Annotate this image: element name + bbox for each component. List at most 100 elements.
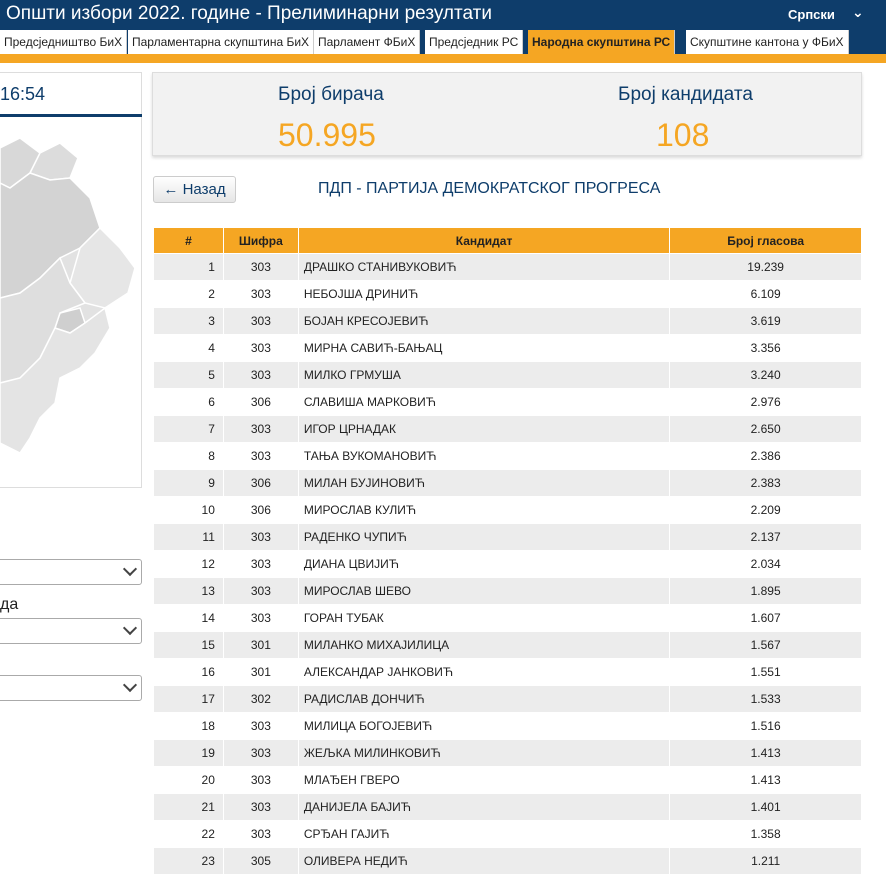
column-header-votes[interactable]: Број гласова [669,227,862,254]
vote-count: 2.386 [669,442,862,470]
party-code: 303 [222,739,299,767]
table-header-row: # Шифра Кандидат Број гласова [153,227,862,254]
municipality-select[interactable] [0,675,142,701]
candidate-name: НЕБОЈША ДРИНИЋ [297,280,671,308]
voters-label: Број бирача [278,84,384,105]
tab-president-rs[interactable]: Предсједник РС [425,30,524,54]
language-selector[interactable]: Српски [788,7,835,22]
party-code: 305 [222,847,299,875]
constituency-map[interactable] [0,118,140,486]
table-row: 18 303 МИЛИЦА БОГОЈЕВИЋ 1.516 [153,712,862,740]
chevron-down-icon[interactable]: ⌄ [852,4,864,21]
vote-count: 1.607 [669,604,862,632]
party-heading: ПДП - ПАРТИЈА ДЕМОКРАТСКОГ ПРОГРЕСА [318,180,661,197]
filter-label: да [0,596,19,613]
row-index: 7 [153,415,224,443]
candidate-name: ЖЕЉКА МИЛИНКОВИЋ [297,739,671,767]
candidate-name: СЛАВИША МАРКОВИЋ [297,388,671,416]
tab-parliament-bih[interactable]: Парламентарна скупштина БиХ [128,30,315,54]
table-row: 5 303 МИЛКО ГРМУША 3.240 [153,361,862,389]
candidates-label: Број кандидата [618,84,753,105]
row-index: 9 [153,469,224,497]
party-code: 303 [222,820,299,848]
vote-count: 3.619 [669,307,862,335]
party-code: 303 [222,766,299,794]
table-row: 10 306 МИРОСЛАВ КУЛИЋ 2.209 [153,496,862,524]
voters-value: 50.995 [278,117,376,153]
vote-count: 2.650 [669,415,862,443]
candidate-name: РАДИСЛАВ ДОНЧИЋ [297,685,671,713]
party-code: 303 [222,550,299,578]
party-code: 303 [222,577,299,605]
candidate-name: ДАНИЈЕЛА БАЈИЋ [297,793,671,821]
table-row: 6 306 СЛАВИША МАРКОВИЋ 2.976 [153,388,862,416]
party-code: 306 [222,388,299,416]
candidate-name: ГОРАН ТУБАК [297,604,671,632]
tab-cantonal-assemblies[interactable]: Скупштине кантона у ФБиХ [686,30,849,54]
table-row: 4 303 МИРНА САВИЋ-БАЊАЦ 3.356 [153,334,862,362]
vote-count: 1.211 [669,847,862,875]
vote-count: 3.240 [669,361,862,389]
column-header-candidate[interactable]: Кандидат [297,227,671,254]
chevron-down-icon [122,561,138,577]
candidates-table: # Шифра Кандидат Број гласова 1 303 ДРАШКО… [153,227,862,875]
summary-stats: Број бирача 50.995 Број кандидата 108 [152,72,862,156]
row-index: 19 [153,739,224,767]
table-row: 3 303 БОЈАН КРЕСОЈЕВИЋ 3.619 [153,307,862,335]
tab-national-assembly-rs[interactable]: Народна скупштина РС [528,30,676,54]
row-index: 2 [153,280,224,308]
vote-count: 1.895 [669,577,862,605]
candidate-name: РАДЕНКО ЧУПИЋ [297,523,671,551]
column-header-code[interactable]: Шифра [222,227,299,254]
candidate-name: МИЛАН БУЈИНОВИЋ [297,469,671,497]
candidate-name: МИЛКО ГРМУША [297,361,671,389]
party-code: 303 [222,442,299,470]
table-row: 8 303 ТАЊА ВУКОМАНОВИЋ 2.386 [153,442,862,470]
table-row: 7 303 ИГОР ЦРНАДАК 2.650 [153,415,862,443]
vote-count: 2.137 [669,523,862,551]
vote-count: 1.516 [669,712,862,740]
table-row: 11 303 РАДЕНКО ЧУПИЋ 2.137 [153,523,862,551]
party-code: 303 [222,307,299,335]
party-code: 303 [222,793,299,821]
candidate-name: ОЛИВЕРА НЕДИЋ [297,847,671,875]
party-code: 303 [222,604,299,632]
constituency-select[interactable] [0,618,142,644]
top-bar: Општи избори 2022. године - Прелиминарни… [0,0,886,30]
party-code: 303 [222,253,299,281]
update-time: 16:54 [0,84,46,104]
table-row: 9 306 МИЛАН БУЈИНОВИЋ 2.383 [153,469,862,497]
row-index: 11 [153,523,224,551]
table-row: 22 303 СРЂАН ГАЈИЋ 1.358 [153,820,862,848]
back-button[interactable]: ← Назад [153,176,236,203]
candidate-name: ИГОР ЦРНАДАК [297,415,671,443]
party-code: 303 [222,712,299,740]
table-row: 14 303 ГОРАН ТУБАК 1.607 [153,604,862,632]
row-index: 17 [153,685,224,713]
vote-count: 1.358 [669,820,862,848]
candidate-name: ДРАШКО СТАНИВУКОВИЋ [297,253,671,281]
row-index: 8 [153,442,224,470]
vote-count: 2.034 [669,550,862,578]
row-index: 12 [153,550,224,578]
table-row: 23 305 ОЛИВЕРА НЕДИЋ 1.211 [153,847,862,875]
column-header-index[interactable]: # [153,227,224,254]
table-row: 15 301 МИЛАНКО МИХАЈИЛИЦА 1.567 [153,631,862,659]
vote-count: 1.413 [669,766,862,794]
region-select[interactable] [0,559,142,585]
candidate-name: МЛАЂЕН ГВЕРО [297,766,671,794]
candidate-name: ДИАНА ЦВИЈИЋ [297,550,671,578]
party-code: 303 [222,334,299,362]
vote-count: 2.383 [669,469,862,497]
vote-count: 2.209 [669,496,862,524]
header-accent-bar [0,54,886,63]
tab-parliament-fbih[interactable]: Парламент ФБиХ [314,30,421,54]
row-index: 5 [153,361,224,389]
candidate-name: МИРОСЛАВ КУЛИЋ [297,496,671,524]
vote-count: 1.401 [669,793,862,821]
row-index: 20 [153,766,224,794]
vote-count: 3.356 [669,334,862,362]
candidate-name: СРЂАН ГАЈИЋ [297,820,671,848]
candidate-name: БОЈАН КРЕСОЈЕВИЋ [297,307,671,335]
tab-presidency-bih[interactable]: Предсједништво БиХ [0,30,128,54]
